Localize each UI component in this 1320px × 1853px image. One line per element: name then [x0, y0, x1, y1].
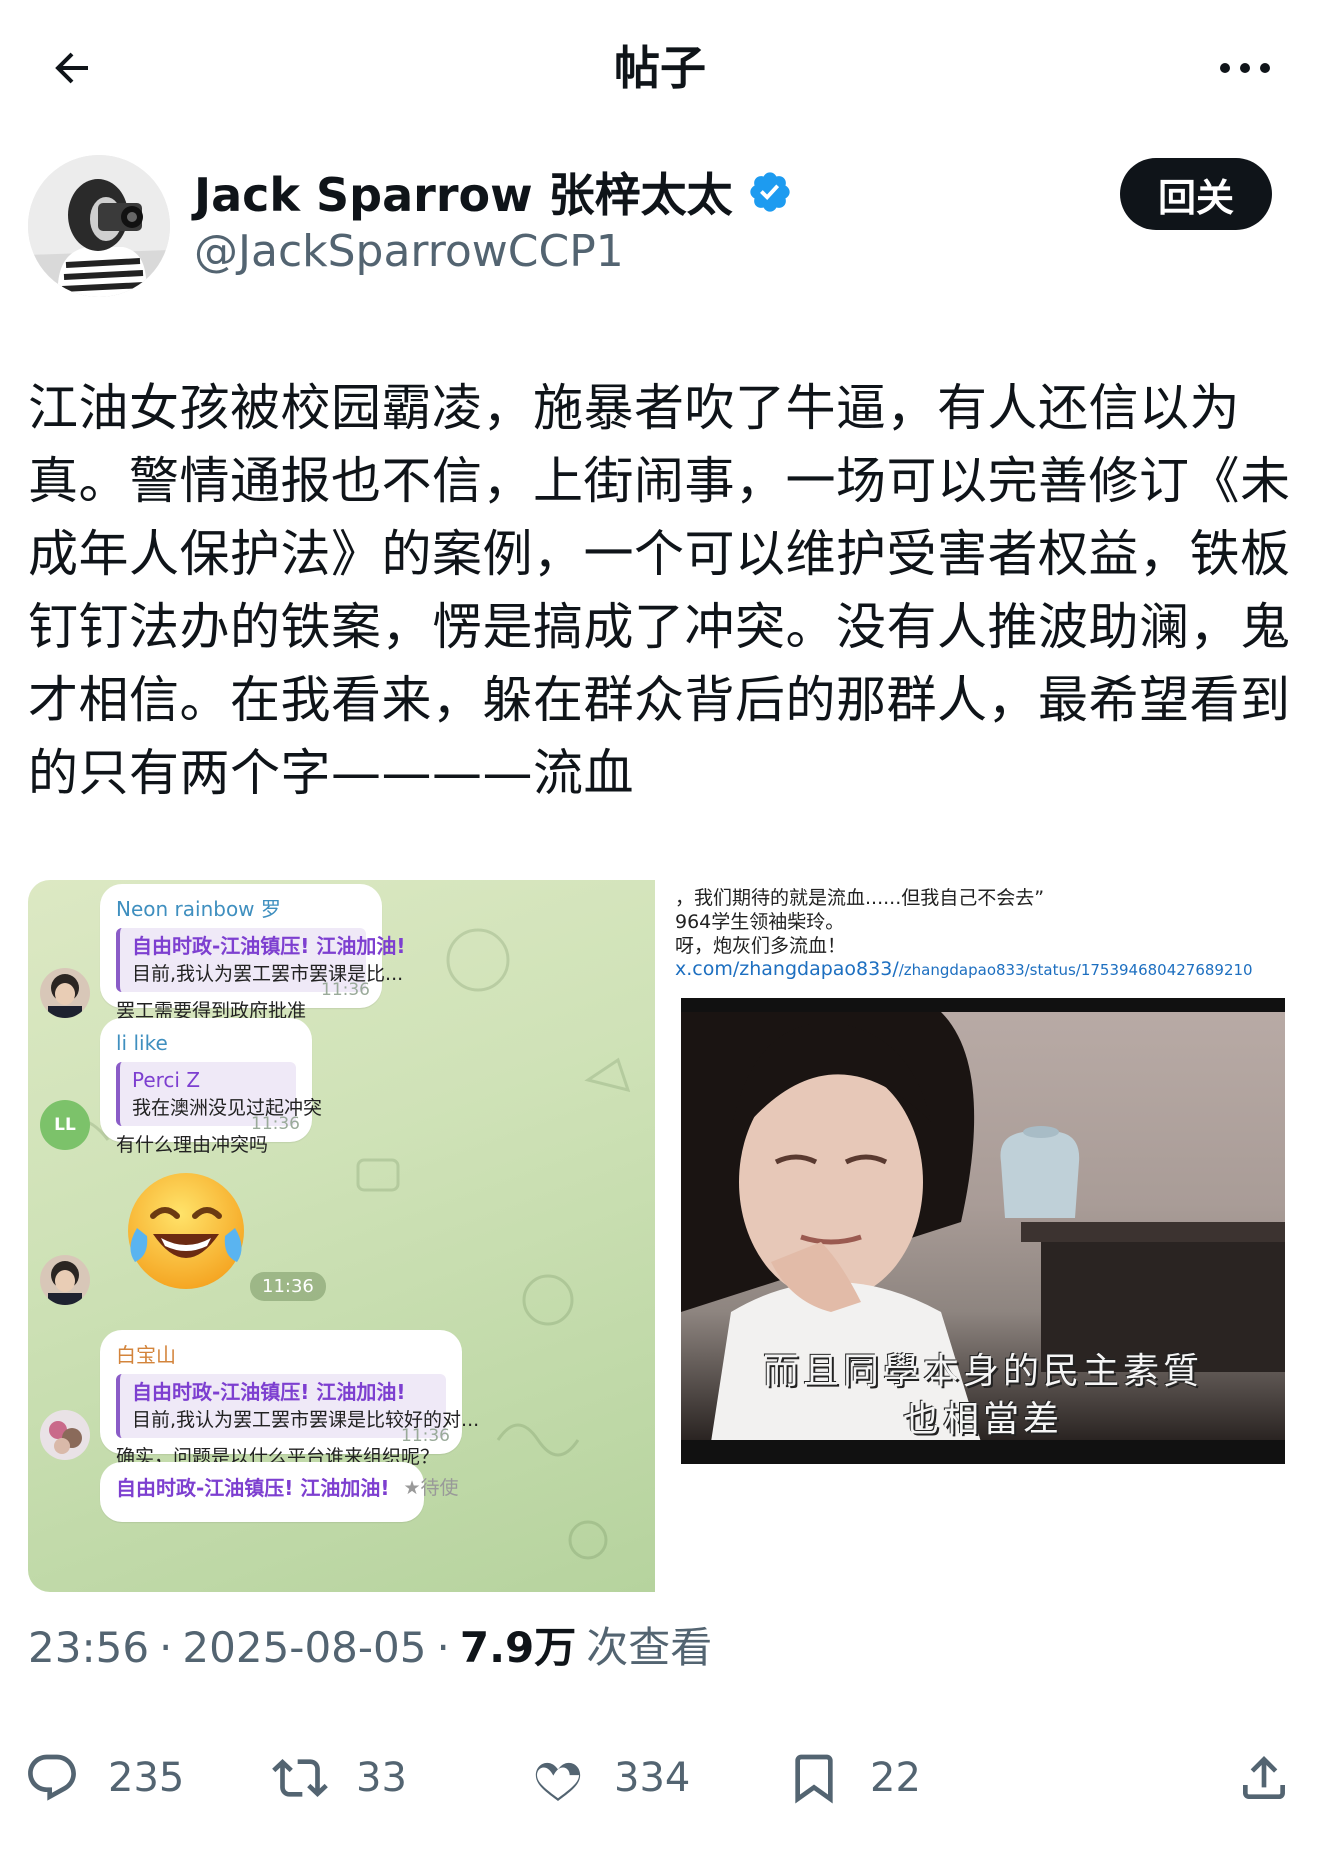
chat-screenshot-image[interactable]: Neon rainbow 罗 自由时政-江油镇压! 江油加油! 目前,我认为罢工… [28, 880, 655, 1592]
post-date: 2025-08-05 [182, 1623, 427, 1672]
video-screenshot-image[interactable]: ，我们期待的就是流血......但我自己不会去” 964学生领袖柴玲。 呀，炮灰… [667, 880, 1294, 1592]
caption-line: 964学生领袖柴玲。 [675, 911, 845, 933]
meta-separator: · [436, 1623, 450, 1672]
more-horizontal-icon [1220, 63, 1270, 73]
verified-badge-icon [749, 172, 790, 212]
bookmark-count: 22 [870, 1755, 921, 1801]
views-count[interactable]: 7.9万 [460, 1614, 576, 1675]
repost-button[interactable]: 33 [272, 1738, 407, 1818]
chat-avatar-3 [40, 1255, 90, 1305]
more-button[interactable] [1210, 38, 1280, 98]
reply-button[interactable]: 235 [24, 1738, 184, 1818]
chat-message-1[interactable]: Neon rainbow 罗 自由时政-江油镇压! 江油加油! 目前,我认为罢工… [100, 884, 406, 1022]
chat-sender: 白宝山 [116, 1343, 176, 1367]
heart-icon [535, 1762, 581, 1801]
chat-avatar-1 [40, 968, 90, 1018]
author-display-name[interactable]: Jack Sparrow 张梓太太 [194, 159, 733, 225]
laughing-tears-emoji-icon [128, 1173, 244, 1289]
video-subtitle-line-1: 而且同學本身的民主素質 [762, 1351, 1203, 1392]
share-button[interactable] [1236, 1738, 1292, 1818]
reply-count: 235 [108, 1755, 185, 1801]
chat-message-2[interactable]: li like Perci Z 我在澳洲没见过起冲突 有什么理由冲突吗 11:3… [100, 1018, 322, 1156]
chat-avatar-4 [40, 1410, 90, 1460]
bookmark-button[interactable]: 22 [786, 1738, 921, 1818]
chat-sender: li like [116, 1031, 168, 1055]
author-name-row[interactable]: Jack Sparrow 张梓太太 [194, 162, 793, 222]
meta-separator: · [159, 1623, 173, 1672]
chat-message-5[interactable]: 自由时政-江油镇压! 江油加油! ★待使 [100, 1462, 459, 1522]
post-text: 江油女孩被校园霸凌，施暴者吹了牛逼，有人还信以为真。警情通报也不信，上街闹事，一… [28, 379, 1291, 802]
reply-icon [28, 1754, 76, 1801]
follow-back-button[interactable]: 回关 [1120, 158, 1272, 230]
post-time: 23:56 [28, 1623, 150, 1672]
share-icon [1243, 1756, 1285, 1799]
views-label: 次查看 [586, 1623, 713, 1672]
video-still: 而且同學本身的民主素質 也相當差 [681, 1012, 1285, 1440]
chat-time: 11:36 [251, 1114, 300, 1134]
chat-text: 有什么理由冲突吗 [116, 1134, 269, 1156]
author-handle[interactable]: @JackSparrowCCP1 [194, 226, 624, 277]
quote-title: 自由时政-江油镇压! 江油加油! [132, 934, 406, 958]
quote-title: 自由时政-江油镇压! 江油加油! [116, 1476, 390, 1500]
quote-title: 自由时政-江油镇压! 江油加油! [132, 1380, 406, 1404]
action-bar: 235 33 334 22 [0, 1738, 1320, 1818]
bookmark-icon [795, 1754, 833, 1804]
caption-line: ，我们期待的就是流血......但我自己不会去” [675, 887, 1045, 909]
chat-message-5-header: 自由时政-江油镇压! 江油加油! ★待使 [116, 1474, 459, 1502]
link-domain: x.com/zhangdapao833/ [675, 958, 899, 980]
video-frame[interactable]: 而且同學本身的民主素質 也相當差 [681, 998, 1285, 1464]
emoji-time: 11:36 [250, 1272, 326, 1301]
chat-avatar-ll: LL [40, 1100, 90, 1150]
repost-icon [272, 1759, 328, 1797]
page-title: 帖子 [614, 41, 706, 95]
author-avatar[interactable] [28, 155, 170, 297]
chat-time: 11:36 [321, 980, 370, 1000]
caption-line: 呀，炮灰们多流血！ [675, 935, 847, 957]
media-gallery: Neon rainbow 罗 自由时政-江油镇压! 江油加油! 目前,我认为罢工… [28, 880, 1294, 1592]
quote-text: 目前,我认为罢工罢市罢课是比较好的对... [132, 1409, 480, 1431]
avatar-photo [28, 155, 170, 297]
top-bar: 帖子 [0, 0, 1320, 135]
chat-message-4[interactable]: 白宝山 自由时政-江油镇压! 江油加油! 目前,我认为罢工罢市罢课是比较好的对.… [100, 1330, 480, 1468]
like-count: 334 [614, 1755, 691, 1801]
caption-link[interactable]: x.com/zhangdapao833//zhangdapao833/statu… [675, 958, 1253, 980]
repost-count: 33 [356, 1755, 407, 1801]
quote-title: Perci Z [132, 1068, 201, 1092]
link-path: /zhangdapao833/status/175394680427689210 [898, 961, 1253, 979]
chat-sender: Neon rainbow 罗 [116, 897, 281, 921]
post-meta: 23:56 · 2025-08-05 · 7.9万 次查看 [28, 1614, 712, 1675]
video-subtitle-line-2: 也相當差 [902, 1399, 1063, 1440]
chat-tag: ★待使 [403, 1477, 459, 1499]
chat-quote: 自由时政-江油镇压! 江油加油! 目前,我认为罢工罢市罢课是比较好的对... [116, 1374, 480, 1438]
like-button[interactable]: 334 [530, 1738, 690, 1818]
chat-time: 11:36 [401, 1426, 450, 1446]
